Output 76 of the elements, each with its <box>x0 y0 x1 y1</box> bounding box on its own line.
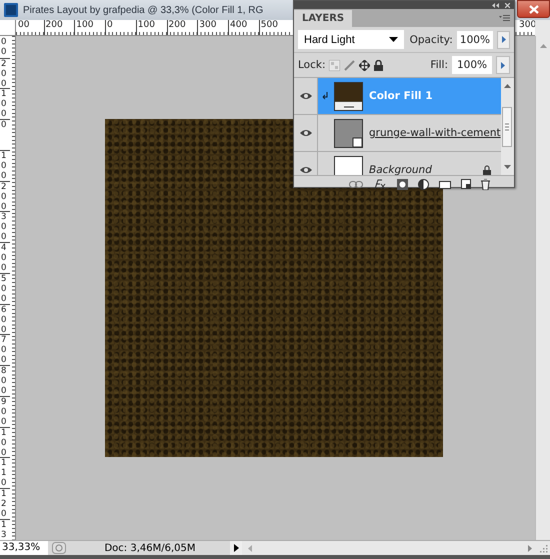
document-size-info: Doc: 3,46M/6,05M <box>103 542 197 554</box>
opacity-field[interactable]: 100% <box>456 30 494 48</box>
ruler-label: 100 <box>0 88 10 120</box>
ruler-label: 00 <box>0 37 8 57</box>
layer-row[interactable]: Background <box>318 152 501 175</box>
ruler-label: 600 <box>0 304 10 334</box>
up-arrow-icon <box>540 44 546 48</box>
vertical-scrollbar[interactable] <box>535 36 550 540</box>
layer-name: Color Fill 1 <box>369 90 432 102</box>
ruler-label: 300 <box>197 20 216 35</box>
down-arrow-icon <box>504 165 511 169</box>
ruler-label: 100 <box>136 20 155 35</box>
right-triangle-icon <box>501 62 505 68</box>
ruler-label: 100 <box>74 20 94 35</box>
resize-grip-icon[interactable] <box>539 544 548 553</box>
mask-icon[interactable] <box>396 178 408 190</box>
ruler-label: 200 <box>166 20 186 35</box>
close-icon <box>528 4 538 14</box>
eye-icon <box>298 90 312 102</box>
fill-label: Fill: <box>430 59 448 71</box>
ruler-label: 500 <box>0 272 10 304</box>
ruler-label: 120 <box>0 488 10 519</box>
ruler-label: 700 <box>0 334 10 366</box>
ruler-label: 0 <box>105 20 113 35</box>
ruler-label: 400 <box>0 242 10 273</box>
layer-thumbnail <box>334 82 363 110</box>
effects-icon[interactable] <box>372 178 386 190</box>
lock-label: Lock: <box>298 59 326 71</box>
right-arrow-icon <box>528 544 532 552</box>
layer-thumbnail <box>334 118 363 148</box>
adjustment-icon[interactable] <box>418 178 428 190</box>
ruler-label: 200 <box>0 58 10 88</box>
up-arrow-icon <box>504 84 511 88</box>
zoom-field[interactable]: 33,33% <box>0 541 48 555</box>
left-arrow-icon <box>248 544 252 552</box>
ruler-label: 100 <box>0 426 10 458</box>
layer-row[interactable]: grunge-wall-with-cement <box>318 115 501 151</box>
ruler-label: 400 <box>228 20 248 35</box>
horizontal-scrollbar[interactable] <box>242 541 550 555</box>
opacity-slider-button[interactable] <box>497 30 510 48</box>
blend-mode-dropdown[interactable]: Hard Light <box>298 30 404 49</box>
scroll-thumb-icon[interactable] <box>502 106 512 146</box>
layer-name: Background <box>369 164 432 175</box>
right-triangle-icon <box>234 544 238 552</box>
app-logo-icon <box>4 3 18 17</box>
new-layer-icon[interactable] <box>460 179 470 189</box>
trash-icon[interactable] <box>480 178 490 190</box>
fill-field[interactable]: 100% <box>452 56 492 74</box>
layers-tab[interactable]: LAYERS <box>294 10 352 27</box>
ruler-label: 110 <box>0 457 10 488</box>
ruler-label: 0 <box>0 119 10 130</box>
ruler-label: 200 <box>44 20 63 35</box>
eye-icon <box>298 127 312 139</box>
ruler-label: 500 <box>258 20 278 35</box>
layers-scrollbar[interactable] <box>500 78 514 175</box>
right-triangle-icon <box>502 36 506 43</box>
opacity-label: Opacity: <box>410 34 453 46</box>
move-icon[interactable] <box>359 60 370 70</box>
ruler-label: 100 <box>0 150 10 181</box>
ruler-label: 800 <box>0 365 10 396</box>
layer-name: grunge-wall-with-cement <box>369 127 501 139</box>
ruler-label: 200 <box>0 180 10 212</box>
ruler-label: 00 <box>17 20 30 32</box>
ruler-label: 900 <box>0 396 10 427</box>
ruler-label: 300 <box>0 211 10 242</box>
folder-icon[interactable] <box>438 180 450 188</box>
fill-slider-button[interactable] <box>496 56 510 74</box>
scrollbar-corner <box>535 20 550 36</box>
close-icon[interactable] <box>505 2 510 8</box>
close-button[interactable] <box>517 0 550 18</box>
lock-icon[interactable] <box>374 60 384 70</box>
window-title: Pirates Layout by grafpedia @ 33,3% (Color Fill 1, RG <box>23 4 264 16</box>
eye-icon <box>298 164 312 175</box>
link-icon[interactable] <box>348 180 362 188</box>
status-menu-button[interactable] <box>230 541 242 555</box>
panel-menu-icon[interactable] <box>499 15 510 21</box>
